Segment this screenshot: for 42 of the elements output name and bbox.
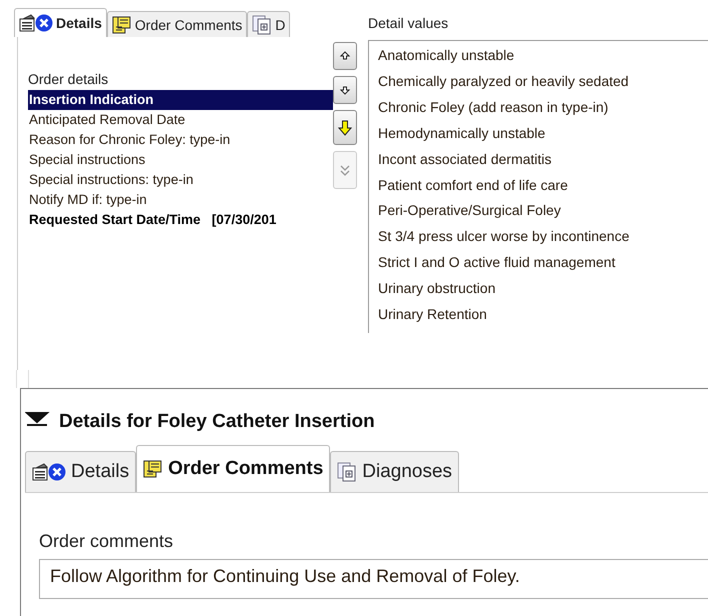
list-item[interactable]: Requested Start Date/Time [07/30/201: [28, 210, 333, 230]
list-item[interactable]: Special instructions: [28, 150, 333, 170]
list-item[interactable]: Special instructions: type-in: [28, 170, 333, 190]
notepad-x-icon: [32, 462, 66, 482]
move-button[interactable]: [333, 110, 357, 145]
tab[interactable]: Order Comments: [106, 11, 248, 37]
detail-values-label: Detail values: [368, 14, 450, 32]
move-button[interactable]: [333, 42, 357, 70]
list-item[interactable]: Urinary obstruction: [378, 276, 708, 302]
notes-icon: [112, 14, 132, 34]
list-item[interactable]: Insertion Indication: [28, 90, 333, 110]
notepad-x-icon: [19, 13, 53, 33]
list-item[interactable]: Incont associated dermatitis: [378, 146, 708, 173]
tab[interactable]: Diagnoses: [330, 451, 460, 492]
section-title: Details for Foley Catheter Insertion: [59, 410, 375, 432]
list-item[interactable]: Urinary Retention: [378, 302, 708, 328]
tab[interactable]: Order Comments: [136, 445, 330, 492]
double-chevron-icon: [339, 164, 351, 176]
tab[interactable]: Details: [14, 8, 107, 37]
list-item[interactable]: Chemically paralyzed or heavily sedated: [378, 68, 708, 95]
list-item[interactable]: Chronic Foley (add reason in type-in): [378, 94, 708, 121]
list-item[interactable]: Reason for Chronic Foley: type-in: [28, 130, 333, 150]
list-item[interactable]: Anatomically unstable: [378, 43, 708, 69]
list-item[interactable]: Anticipated Removal Date: [28, 110, 333, 130]
list-item[interactable]: Notify MD if: type-in: [28, 190, 333, 210]
down-arrow-icon: [338, 120, 352, 136]
order-comments-label: Order comments: [39, 530, 174, 553]
list-item[interactable]: Strict I and O active fluid management: [378, 250, 708, 276]
notes-icon: [143, 459, 164, 479]
document-icon: [252, 14, 272, 34]
move-button[interactable]: [333, 76, 357, 104]
list-item[interactable]: Patient comfort end of life care: [378, 172, 708, 198]
up-arrow-icon: [339, 50, 351, 62]
tab[interactable]: Details: [25, 451, 136, 492]
order-comments-field[interactable]: Follow Algorithm for Continuing Use and Removal of Foley.: [39, 559, 708, 599]
tab[interactable]: D: [247, 11, 290, 37]
down-arrow-icon: [339, 84, 351, 96]
list-item[interactable]: Hemodynamically unstable: [378, 120, 708, 147]
document-icon: [337, 462, 358, 482]
list-item[interactable]: St 3/4 press ulcer worse by incontinence: [378, 224, 708, 250]
list-item[interactable]: Peri-Operative/Surgical Foley: [378, 198, 708, 224]
order-details-label: Order details: [28, 70, 110, 88]
